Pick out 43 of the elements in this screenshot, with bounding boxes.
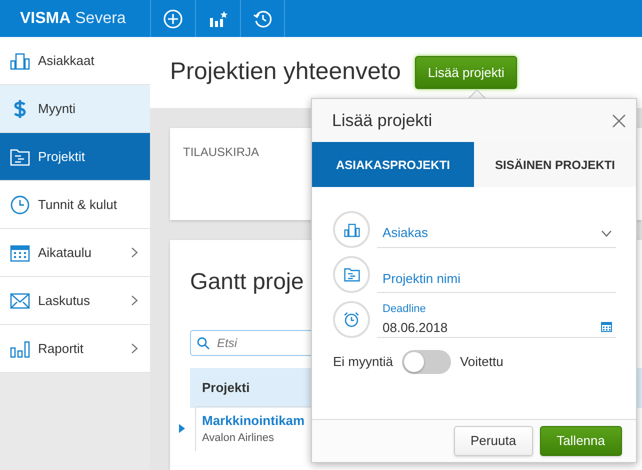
cancel-button[interactable]: Peruuta <box>454 426 534 456</box>
column-header: Projekti <box>202 380 250 396</box>
sidebar-item[interactable]: Projektit <box>0 133 150 181</box>
search-icon <box>197 337 210 350</box>
card-title: Gantt proje <box>190 268 304 294</box>
project-link[interactable]: Markkinointikam <box>202 410 305 430</box>
toggle-label: Voitettu <box>460 353 504 372</box>
sidebar-item[interactable]: Myynti <box>0 85 150 133</box>
card-title: TILAUSKIRJA <box>183 145 260 159</box>
sidebar-item[interactable]: Tunnit & kulut <box>0 181 150 229</box>
sidebar-item[interactable]: Asiakkaat <box>0 37 150 85</box>
project-name-field[interactable]: Projektin nimi <box>376 268 616 292</box>
calendar-icon <box>10 244 30 262</box>
dialog-tab[interactable]: SISÄINEN PROJEKTI <box>474 142 636 187</box>
customer-select[interactable]: Asiakas <box>376 211 616 248</box>
clock-icon <box>10 194 30 214</box>
sidebar-item[interactable]: Laskutus <box>0 277 150 325</box>
envelope-icon <box>10 292 30 308</box>
add-project-button[interactable]: Lisää projekti <box>414 56 518 90</box>
alarm-clock-icon <box>343 311 360 328</box>
chevron-down-icon <box>601 230 612 236</box>
field-label: Deadline <box>382 302 426 317</box>
chevron-right-icon <box>131 295 138 306</box>
page-title: Projektien yhteenveto <box>170 58 401 87</box>
buildings-icon <box>10 52 30 70</box>
close-icon[interactable] <box>612 114 626 128</box>
sidebar-item[interactable]: Raportit <box>0 325 150 373</box>
deadline-field[interactable]: Deadline 08.06.2018 <box>376 301 616 338</box>
chevron-right-icon <box>131 343 138 354</box>
dialog-title: Lisää projekti <box>332 110 434 132</box>
bar-chart-icon <box>10 340 30 358</box>
dialog-tab[interactable]: ASIAKASPROJEKTI <box>312 142 474 187</box>
folder-icon <box>344 267 360 282</box>
calendar-icon[interactable] <box>601 322 612 332</box>
save-button[interactable]: Tallenna <box>540 426 622 456</box>
expand-arrow-icon[interactable] <box>178 424 185 432</box>
chevron-right-icon <box>131 247 138 258</box>
sidebar-item[interactable]: Aikataulu <box>0 229 150 277</box>
toggle-label: Ei myyntiä <box>333 353 393 372</box>
buildings-icon <box>344 222 360 238</box>
customer-name: Avalon Airlines <box>202 431 274 446</box>
toggle-switch[interactable] <box>402 350 451 374</box>
folder-icon <box>10 148 30 166</box>
